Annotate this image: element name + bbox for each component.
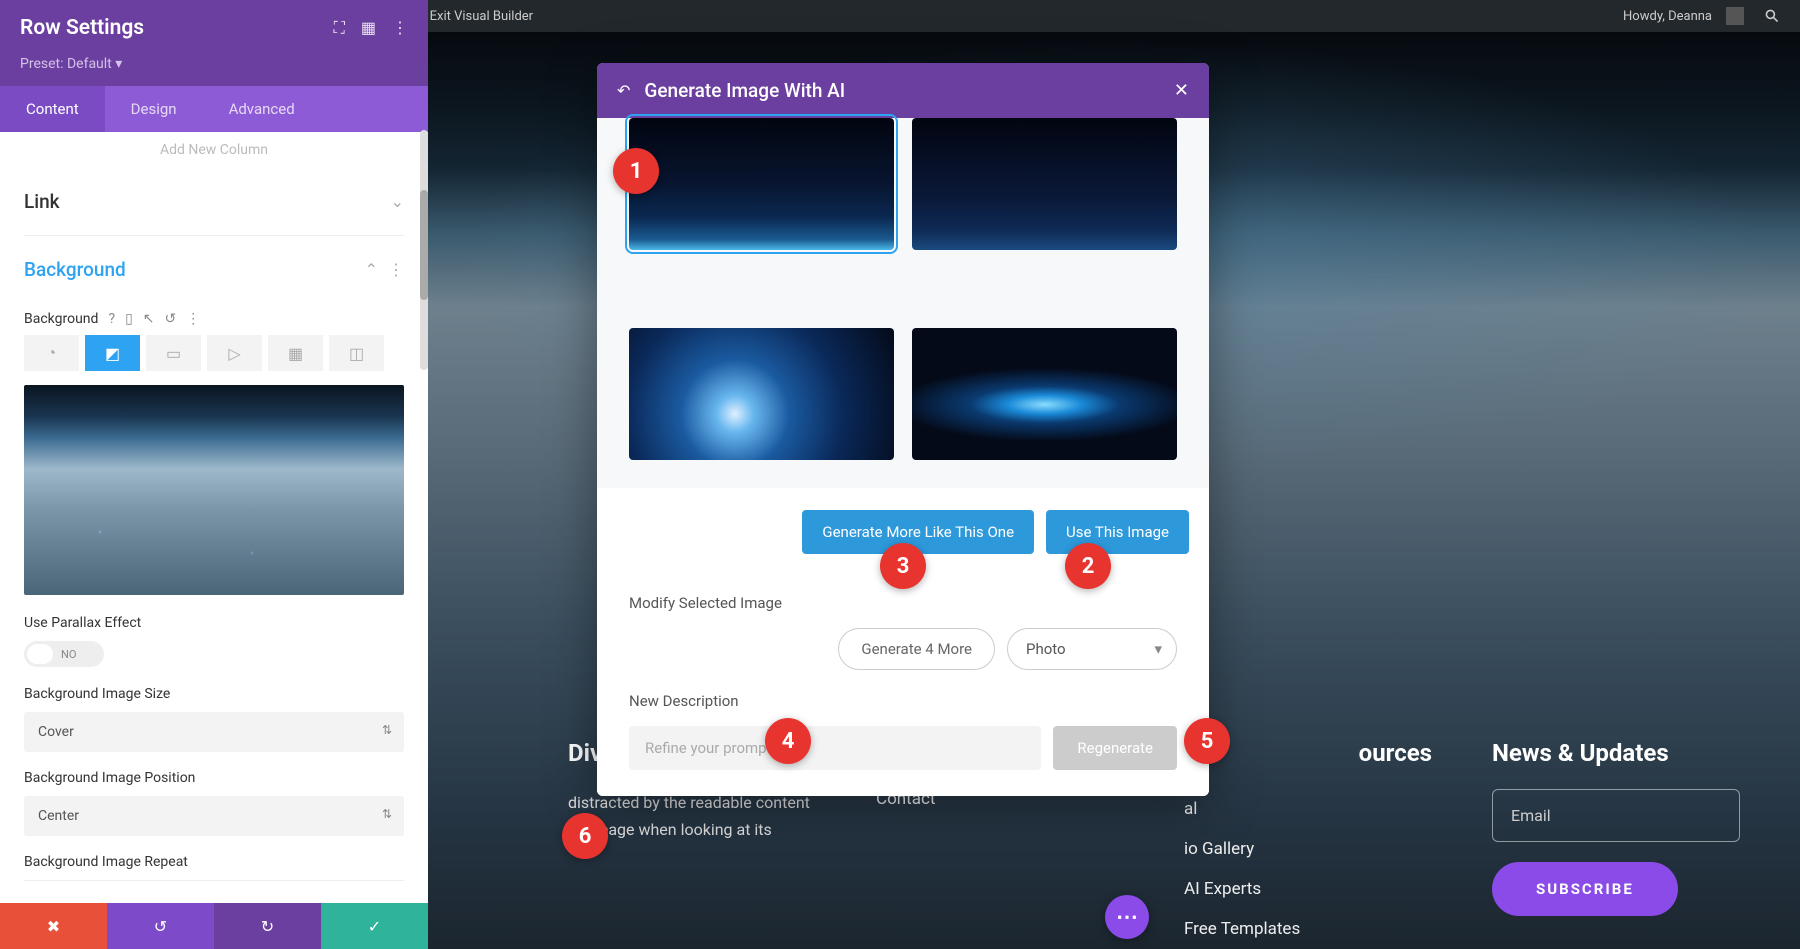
redo-button[interactable]: ↻	[214, 903, 321, 949]
bg-mask-tab[interactable]: ◫	[329, 335, 384, 371]
bg-repeat-label: Background Image Repeat	[24, 854, 404, 870]
undo-button[interactable]: ↺	[107, 903, 214, 949]
generate-4-more-button[interactable]: Generate 4 More	[838, 628, 995, 670]
result-image-1[interactable]	[629, 118, 894, 250]
howdy[interactable]: Howdy, Deanna	[1613, 7, 1754, 25]
footer-link[interactable]: Free Templates	[1184, 909, 1432, 949]
annotation-badge-5: 5	[1184, 718, 1230, 764]
result-image-3[interactable]	[629, 328, 894, 460]
email-field[interactable]: Email	[1492, 789, 1740, 842]
mobile-icon[interactable]: ▯	[125, 311, 133, 327]
help-icon[interactable]: ?	[108, 311, 115, 327]
bg-video-tab[interactable]: ▷	[207, 335, 262, 371]
regenerate-button[interactable]: Regenerate	[1053, 726, 1177, 770]
close-icon[interactable]: ✕	[1174, 80, 1189, 101]
search-icon[interactable]	[1754, 8, 1790, 24]
parallax-label: Use Parallax Effect	[24, 615, 404, 631]
annotation-badge-6: 6	[562, 813, 608, 859]
panel-tabs: Content Design Advanced	[0, 86, 428, 132]
save-button[interactable]: ✓	[321, 903, 428, 949]
background-label: Background ? ▯ ↖ ↺ ⋮	[24, 311, 404, 327]
result-image-2[interactable]	[912, 118, 1177, 250]
preset-selector[interactable]: Preset: Default ▾	[0, 56, 428, 86]
more-icon[interactable]: ⋮	[186, 311, 200, 327]
cancel-button[interactable]: ✖	[0, 903, 107, 949]
bg-pattern-tab[interactable]: ▦	[268, 335, 323, 371]
chevron-up-icon: ⌃	[365, 260, 378, 279]
back-icon[interactable]: ↶	[617, 81, 630, 100]
annotation-badge-4: 4	[765, 718, 811, 764]
bg-image-tab[interactable]: ▭	[146, 335, 201, 371]
annotation-badge-2: 2	[1065, 543, 1111, 589]
chevron-down-icon: ⌄	[391, 192, 404, 211]
panel-footer: ✖ ↺ ↻ ✓	[0, 903, 428, 949]
news-title: News & Updates	[1492, 739, 1740, 767]
subscribe-button[interactable]: SUBSCRIBE	[1492, 862, 1678, 916]
grid-icon[interactable]: ▦	[361, 18, 376, 38]
hover-icon[interactable]: ↖	[143, 311, 155, 327]
footer-link[interactable]: AI Experts	[1184, 869, 1432, 909]
tab-content[interactable]: Content	[0, 86, 105, 132]
row-settings-panel: Row Settings ⛶ ▦ ⋮ Preset: Default ▾ Con…	[0, 0, 428, 949]
bg-position-label: Background Image Position	[24, 770, 404, 786]
style-select[interactable]: Photo	[1007, 628, 1177, 670]
background-type-tabs: ◔ ◩ ▭ ▷ ▦ ◫	[24, 335, 404, 371]
tab-advanced[interactable]: Advanced	[203, 86, 321, 132]
parallax-toggle[interactable]: NO	[24, 641, 104, 667]
bg-size-label: Background Image Size	[24, 686, 404, 702]
bg-gradient-tab[interactable]: ◩	[85, 335, 140, 371]
modify-label: Modify Selected Image	[629, 594, 1177, 612]
new-description-label: New Description	[629, 692, 1177, 710]
more-icon[interactable]: ⋮	[388, 260, 404, 279]
avatar	[1726, 7, 1744, 25]
annotation-badge-1: 1	[613, 148, 659, 194]
tab-design[interactable]: Design	[105, 86, 203, 132]
scrollbar[interactable]	[420, 130, 428, 370]
expand-icon[interactable]: ⛶	[334, 18, 345, 38]
footer-link[interactable]: al	[1184, 789, 1432, 829]
use-image-button[interactable]: Use This Image	[1046, 510, 1189, 554]
image-results-grid	[597, 118, 1209, 488]
bg-color-tab[interactable]: ◔	[24, 335, 79, 371]
modal-title: Generate Image With AI	[644, 79, 1160, 102]
footer-link[interactable]: io Gallery	[1184, 829, 1432, 869]
panel-header: Row Settings ⛶ ▦ ⋮	[0, 0, 428, 56]
add-column[interactable]: Add New Column	[24, 132, 404, 168]
ai-image-modal: ↶ Generate Image With AI ✕ Generate More…	[597, 63, 1209, 796]
modal-header: ↶ Generate Image With AI ✕	[597, 63, 1209, 118]
section-background[interactable]: Background ⌃⋮	[24, 236, 404, 303]
help-fab[interactable]: ⋯	[1105, 895, 1149, 939]
bg-position-select[interactable]: Center	[24, 796, 404, 836]
reset-icon[interactable]: ↺	[165, 311, 177, 327]
panel-body: Add New Column Link ⌄ Background ⌃⋮ Back…	[0, 132, 428, 903]
exit-builder[interactable]: Exit Visual Builder	[420, 9, 543, 24]
more-icon[interactable]: ⋮	[392, 18, 408, 38]
bg-size-select[interactable]: Cover	[24, 712, 404, 752]
annotation-badge-3: 3	[880, 543, 926, 589]
prompt-input[interactable]	[629, 726, 1041, 770]
background-preview[interactable]	[24, 385, 404, 595]
section-link[interactable]: Link ⌄	[24, 168, 404, 235]
generate-more-button[interactable]: Generate More Like This One	[802, 510, 1034, 554]
panel-title: Row Settings	[20, 16, 144, 40]
result-image-4[interactable]	[912, 328, 1177, 460]
